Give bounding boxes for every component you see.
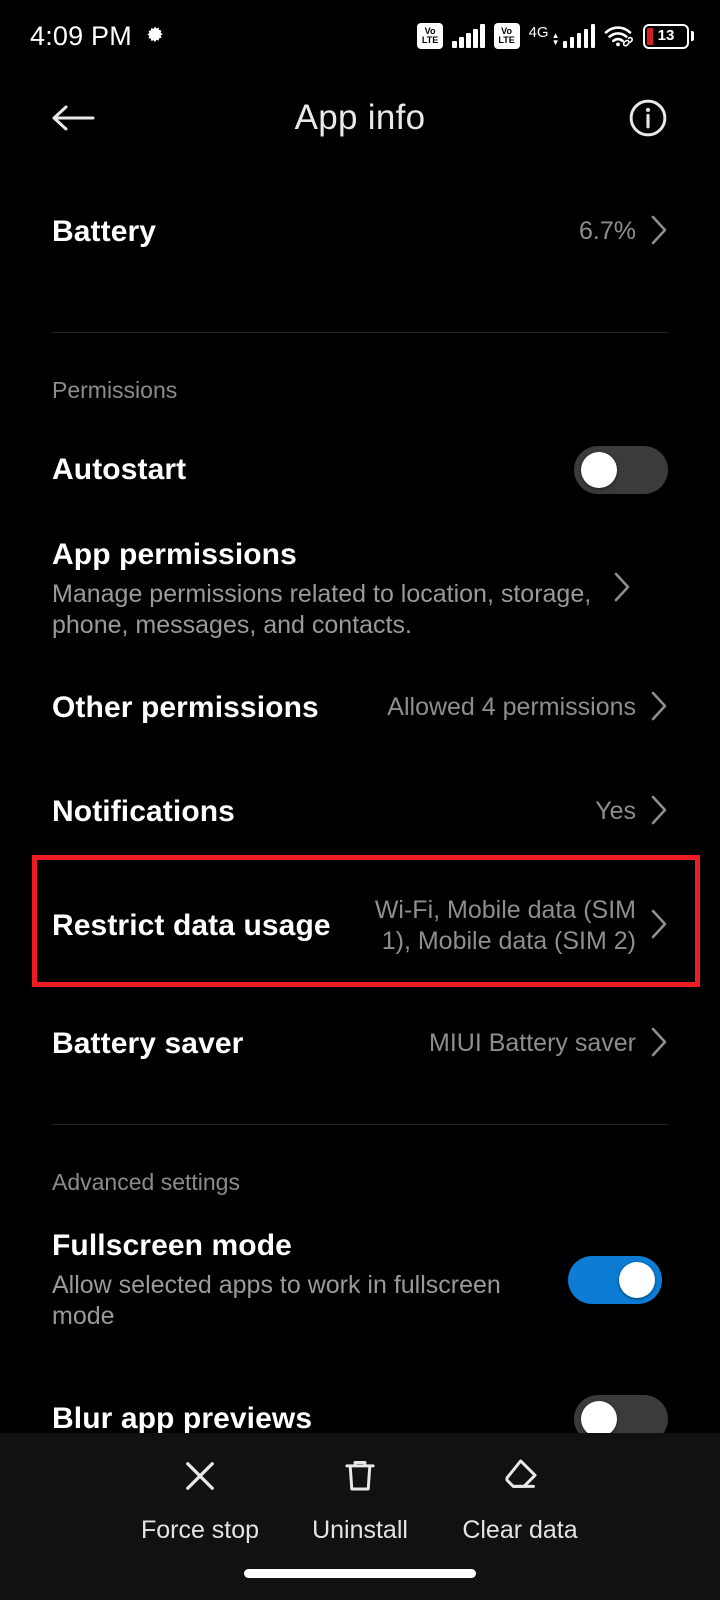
status-bar-left: 4:09 PM — [30, 21, 166, 52]
volte-sim2-icon: Vo LTE — [493, 23, 520, 49]
row-restrict-data-usage-right: Wi-Fi, Mobile data (SIM 1), Mobile data … — [364, 895, 668, 958]
row-fullscreen-mode[interactable]: Fullscreen mode Allow selected apps to w… — [0, 1220, 720, 1340]
trash-icon — [339, 1455, 381, 1502]
row-battery-saver-value: MIUI Battery saver — [429, 1029, 636, 1058]
battery-icon: 13 — [643, 23, 694, 49]
gear-icon — [144, 25, 166, 47]
back-arrow-icon[interactable] — [46, 91, 100, 145]
network-type-label: 4G — [528, 24, 549, 41]
section-header-advanced: Advanced settings — [52, 1169, 240, 1195]
uninstall-label: Uninstall — [312, 1516, 408, 1544]
volte-sim1-icon: Vo LTE — [417, 23, 444, 49]
page-title: App info — [294, 98, 426, 137]
chevron-right-icon — [650, 214, 668, 251]
clear-data-label: Clear data — [462, 1516, 578, 1544]
section-header-permissions: Permissions — [52, 377, 178, 403]
row-battery-saver[interactable]: Battery saver MIUI Battery saver — [0, 1012, 720, 1076]
row-app-permissions-right — [613, 571, 631, 608]
uninstall-button[interactable]: Uninstall — [280, 1455, 440, 1545]
row-notifications-value: Yes — [595, 797, 636, 826]
row-battery-right: 6.7% — [579, 214, 668, 251]
wifi-link-icon — [604, 24, 634, 48]
row-autostart-texts: Autostart — [52, 453, 558, 487]
volte-lte-text: LTE — [421, 35, 439, 45]
chevron-right-icon — [650, 794, 668, 831]
row-battery-texts: Battery — [52, 215, 563, 249]
row-battery[interactable]: Battery 6.7% — [0, 164, 720, 300]
autostart-toggle[interactable] — [574, 446, 668, 494]
row-app-permissions[interactable]: App permissions Manage permissions relat… — [0, 528, 720, 650]
row-blur-app-previews-title: Blur app previews — [52, 1402, 313, 1435]
row-restrict-data-usage-value: Wi-Fi, Mobile data (SIM 1), Mobile data … — [374, 895, 636, 955]
chevron-right-icon — [650, 908, 668, 945]
row-notifications-title: Notifications — [52, 795, 235, 828]
row-app-permissions-subtitle: Manage permissions related to location, … — [52, 580, 592, 639]
signal-bars-sim2-icon — [562, 24, 595, 48]
settings-list: Battery 6.7% Permissions Autostart App p… — [0, 164, 720, 1464]
status-bar-right: Vo LTE Vo LTE 4G ▲ ▼ 13 — [417, 23, 694, 49]
info-circle-icon[interactable] — [624, 94, 672, 142]
status-bar-clock: 4:09 PM — [30, 20, 132, 51]
row-fullscreen-mode-texts: Fullscreen mode Allow selected apps to w… — [52, 1229, 552, 1331]
row-other-permissions-texts: Other permissions — [52, 691, 371, 725]
row-notifications-right: Yes — [595, 794, 668, 831]
row-app-permissions-texts: App permissions Manage permissions relat… — [52, 538, 597, 640]
status-bar: 4:09 PM Vo LTE Vo LTE 4G ▲ ▼ 13 — [0, 0, 720, 72]
row-autostart[interactable]: Autostart — [0, 434, 720, 506]
row-battery-saver-texts: Battery saver — [52, 1027, 413, 1061]
home-indicator[interactable] — [244, 1569, 476, 1578]
close-x-icon — [179, 1455, 221, 1502]
app-bar: App info — [0, 72, 720, 164]
row-battery-title: Battery — [52, 215, 157, 248]
row-other-permissions[interactable]: Other permissions Allowed 4 permissions — [0, 676, 720, 740]
mobile-network-sim2: 4G ▲ ▼ — [529, 24, 595, 48]
row-restrict-data-usage-texts: Restrict data usage — [52, 909, 331, 943]
chevron-right-icon — [650, 690, 668, 727]
app-info-screen: 4:09 PM Vo LTE Vo LTE 4G ▲ ▼ 13 App info… — [0, 0, 720, 1600]
row-notifications-texts: Notifications — [52, 795, 579, 829]
chevron-right-icon — [650, 1026, 668, 1063]
data-arrows-icon: ▲ ▼ — [551, 31, 560, 47]
row-other-permissions-right: Allowed 4 permissions — [387, 690, 668, 727]
row-blur-app-previews-texts: Blur app previews — [52, 1402, 558, 1436]
row-battery-saver-right: MIUI Battery saver — [429, 1026, 668, 1063]
clear-data-button[interactable]: Clear data — [440, 1455, 600, 1545]
row-restrict-data-usage[interactable]: Restrict data usage Wi-Fi, Mobile data (… — [0, 884, 720, 968]
row-restrict-data-usage-title: Restrict data usage — [52, 909, 331, 942]
row-autostart-right — [574, 446, 668, 494]
row-battery-value: 6.7% — [579, 217, 636, 246]
row-notifications[interactable]: Notifications Yes — [0, 780, 720, 844]
signal-bars-sim1-icon — [452, 24, 485, 48]
row-fullscreen-mode-subtitle: Allow selected apps to work in fullscree… — [52, 1271, 501, 1330]
row-fullscreen-mode-right — [568, 1256, 662, 1304]
row-app-permissions-title: App permissions — [52, 538, 297, 571]
row-fullscreen-mode-title: Fullscreen mode — [52, 1229, 292, 1262]
force-stop-button[interactable]: Force stop — [120, 1455, 280, 1545]
row-battery-saver-title: Battery saver — [52, 1027, 244, 1060]
row-autostart-title: Autostart — [52, 453, 187, 486]
row-other-permissions-value: Allowed 4 permissions — [387, 693, 636, 722]
fullscreen-mode-toggle[interactable] — [568, 1256, 662, 1304]
row-other-permissions-title: Other permissions — [52, 691, 319, 724]
eraser-icon — [499, 1455, 541, 1502]
chevron-right-icon — [613, 571, 631, 608]
volte-lte-text-2: LTE — [498, 35, 515, 45]
battery-percent-text: 13 — [657, 27, 675, 44]
force-stop-label: Force stop — [140, 1516, 260, 1544]
